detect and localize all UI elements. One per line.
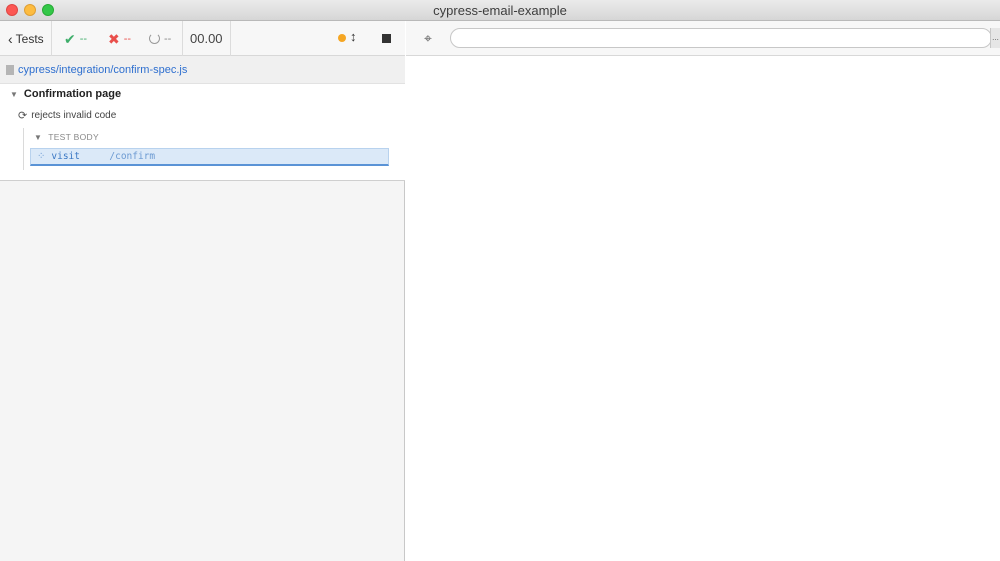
url-more-button[interactable]: ...	[990, 28, 1000, 48]
command-message: /confirm	[109, 151, 156, 162]
refresh-icon: ⟳	[18, 110, 28, 122]
test-body-guide-line	[23, 128, 24, 170]
spec-file-header: cypress/integration/confirm-spec.js	[0, 56, 405, 84]
hook-label: TEST BODY	[48, 132, 99, 142]
tests-button-label: Tests	[15, 31, 44, 46]
header-divider	[230, 21, 231, 56]
arrows-v-icon[interactable]: ↕	[350, 29, 357, 44]
command-row-visit[interactable]: ⁘ visit /confirm	[30, 148, 389, 166]
passed-count: ✔ --	[64, 21, 87, 56]
suite-title: Confirmation page	[23, 88, 122, 100]
passed-value: --	[79, 32, 88, 45]
suite-title-row[interactable]: ▼ Confirmation page	[10, 88, 121, 100]
aut-iframe[interactable]	[406, 56, 1000, 561]
reporter-header: ‹ Tests ✔ -- ✖ -- -- 00.00 ↕	[0, 21, 405, 56]
reporter-panel: ‹ Tests ✔ -- ✖ -- -- 00.00 ↕ cypress/int…	[0, 21, 405, 561]
pending-value: --	[164, 32, 172, 45]
url-input[interactable]	[450, 28, 992, 48]
running-status-indicator	[338, 34, 346, 42]
window-titlebar: cypress-email-example	[0, 0, 1000, 21]
failed-value: --	[123, 32, 132, 45]
test-title: rejects invalid code	[31, 110, 117, 121]
stop-icon[interactable]	[382, 34, 391, 43]
aut-header: ⌖ ...	[406, 21, 1000, 56]
crosshairs-icon[interactable]: ⌖	[420, 30, 436, 46]
circle-notch-icon	[149, 33, 160, 44]
file-icon	[6, 64, 14, 75]
chevron-left-icon: ‹	[8, 30, 13, 47]
aut-panel: ⌖ ...	[406, 21, 1000, 561]
back-to-tests-button[interactable]: ‹ Tests	[0, 21, 52, 56]
duration-display: 00.00	[190, 31, 223, 46]
runnables-list: ▼ Confirmation page ⟳ rejects invalid co…	[0, 84, 405, 181]
test-title-row[interactable]: ⟳ rejects invalid code	[18, 109, 116, 122]
command-name: visit	[51, 151, 80, 162]
failed-count: ✖ --	[108, 21, 131, 56]
spec-path-link[interactable]: cypress/integration/confirm-spec.js	[18, 64, 187, 76]
check-icon: ✔	[64, 30, 76, 47]
window-title: cypress-email-example	[433, 3, 567, 18]
x-icon: ✖	[108, 30, 120, 47]
header-divider	[182, 21, 183, 56]
caret-down-icon: ▼	[34, 132, 43, 142]
test-body-hook[interactable]: ▼ TEST BODY	[34, 132, 99, 142]
caret-down-icon: ▼	[10, 89, 18, 99]
spinner-icon: ⁘	[37, 151, 46, 162]
pending-count: --	[149, 21, 171, 56]
